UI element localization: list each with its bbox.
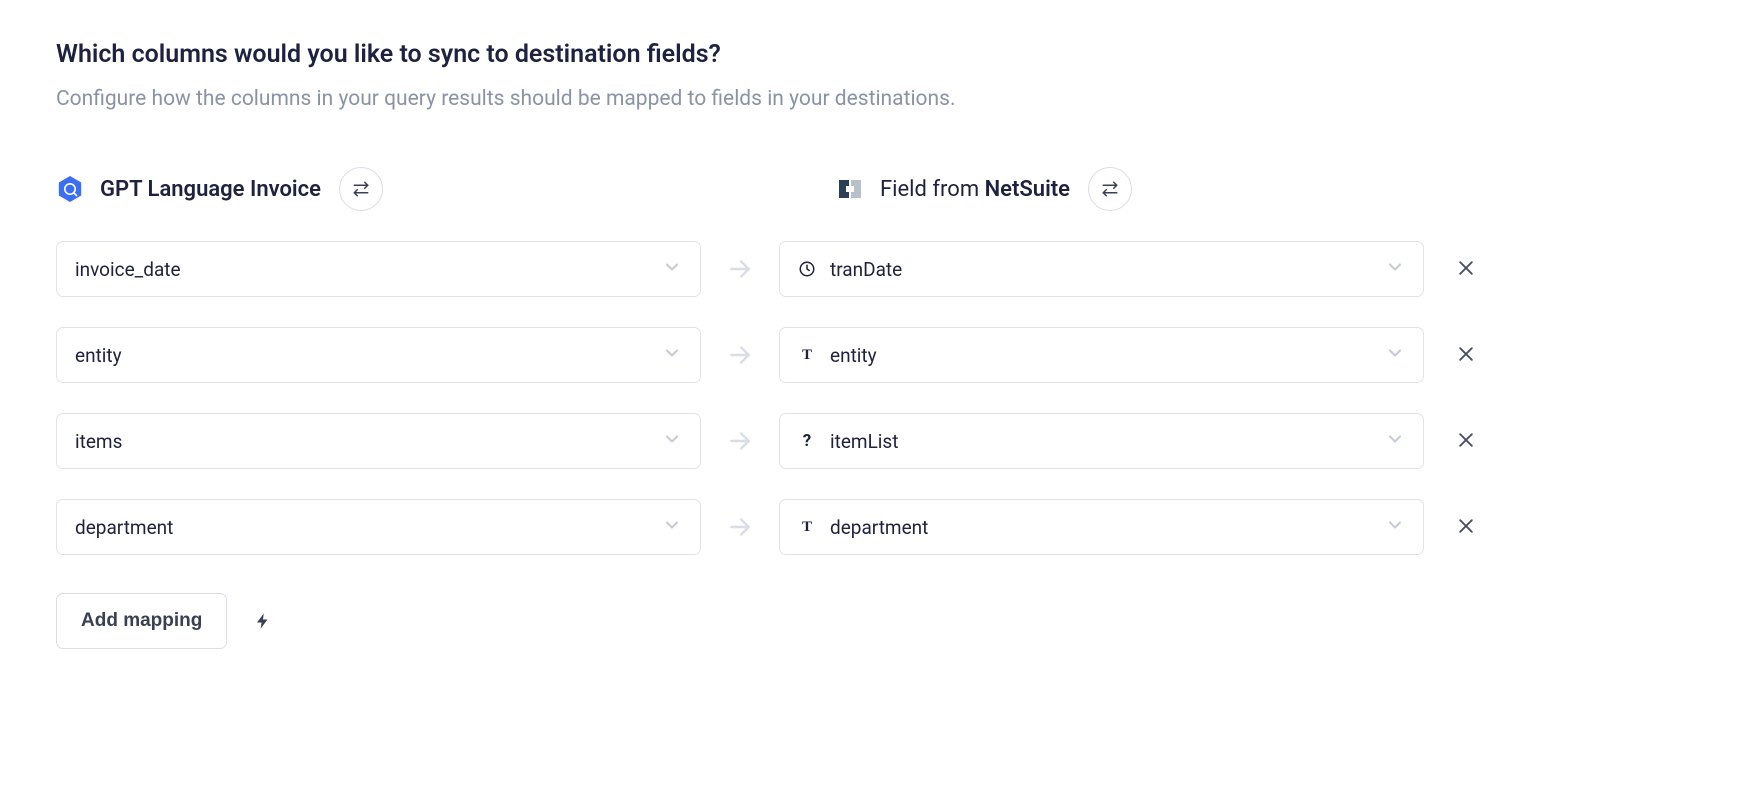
source-header: GPT Language Invoice	[56, 167, 756, 211]
destination-logo-icon	[836, 175, 864, 203]
mapping-columns-header: GPT Language Invoice Field from NetSuite	[56, 167, 1706, 211]
chevron-down-icon	[1385, 515, 1405, 539]
destination-field-value: entity	[830, 344, 1385, 367]
swap-destination-button[interactable]	[1088, 167, 1132, 211]
close-icon	[1456, 516, 1476, 539]
remove-mapping-button[interactable]	[1446, 421, 1486, 461]
bolt-icon	[254, 610, 272, 632]
source-label: GPT Language Invoice	[100, 177, 321, 202]
page-heading: Which columns would you like to sync to …	[56, 40, 1706, 69]
source-field-value: entity	[75, 344, 662, 367]
source-field-select[interactable]: department	[56, 499, 701, 555]
mapping-row: departmentTdepartment	[56, 499, 1706, 555]
page-subheading: Configure how the columns in your query …	[56, 87, 1706, 111]
destination-label-prefix: Field from	[880, 177, 985, 202]
close-icon	[1456, 344, 1476, 367]
mapping-row: items? itemList	[56, 413, 1706, 469]
chevron-down-icon	[662, 515, 682, 539]
close-icon	[1456, 258, 1476, 281]
mapping-arrow-icon	[701, 256, 779, 282]
chevron-down-icon	[1385, 429, 1405, 453]
field-type-icon: T	[798, 346, 816, 364]
chevron-down-icon	[662, 429, 682, 453]
swap-icon	[352, 180, 370, 198]
chevron-down-icon	[662, 343, 682, 367]
mapping-arrow-icon	[701, 514, 779, 540]
mapping-row: invoice_date tranDate	[56, 241, 1706, 297]
source-field-select[interactable]: items	[56, 413, 701, 469]
mapping-rows: invoice_datetranDateentityTentityitems?i…	[56, 241, 1706, 555]
footer-actions: Add mapping	[56, 593, 1706, 649]
destination-field-value: department	[830, 516, 1385, 539]
source-field-select[interactable]: invoice_date	[56, 241, 701, 297]
mapping-row: entityTentity	[56, 327, 1706, 383]
remove-mapping-button[interactable]	[1446, 507, 1486, 547]
chevron-down-icon	[1385, 343, 1405, 367]
destination-field-select[interactable]: ? itemList	[779, 413, 1424, 469]
source-field-select[interactable]: entity	[56, 327, 701, 383]
destination-field-value: tranDate	[830, 258, 1385, 281]
destination-label-name: NetSuite	[985, 177, 1070, 202]
swap-icon	[1101, 180, 1119, 198]
source-field-value: department	[75, 516, 662, 539]
chevron-down-icon	[1385, 257, 1405, 281]
field-type-icon: T	[798, 518, 816, 536]
field-type-icon	[798, 260, 816, 278]
mapping-arrow-icon	[701, 428, 779, 454]
source-field-value: items	[75, 430, 662, 453]
destination-field-value: itemList	[830, 430, 1385, 453]
chevron-down-icon	[662, 257, 682, 281]
add-mapping-button[interactable]: Add mapping	[56, 593, 227, 649]
source-field-value: invoice_date	[75, 258, 662, 281]
destination-field-select[interactable]: Tentity	[779, 327, 1424, 383]
auto-map-button[interactable]	[249, 607, 277, 635]
mapping-arrow-icon	[701, 342, 779, 368]
destination-field-select[interactable]: Tdepartment	[779, 499, 1424, 555]
remove-mapping-button[interactable]	[1446, 335, 1486, 375]
swap-source-button[interactable]	[339, 167, 383, 211]
remove-mapping-button[interactable]	[1446, 249, 1486, 289]
source-logo-icon	[56, 175, 84, 203]
destination-header: Field from NetSuite	[836, 167, 1132, 211]
destination-label: Field from NetSuite	[880, 177, 1070, 202]
field-type-icon: ?	[798, 432, 816, 450]
destination-field-select[interactable]: tranDate	[779, 241, 1424, 297]
close-icon	[1456, 430, 1476, 453]
